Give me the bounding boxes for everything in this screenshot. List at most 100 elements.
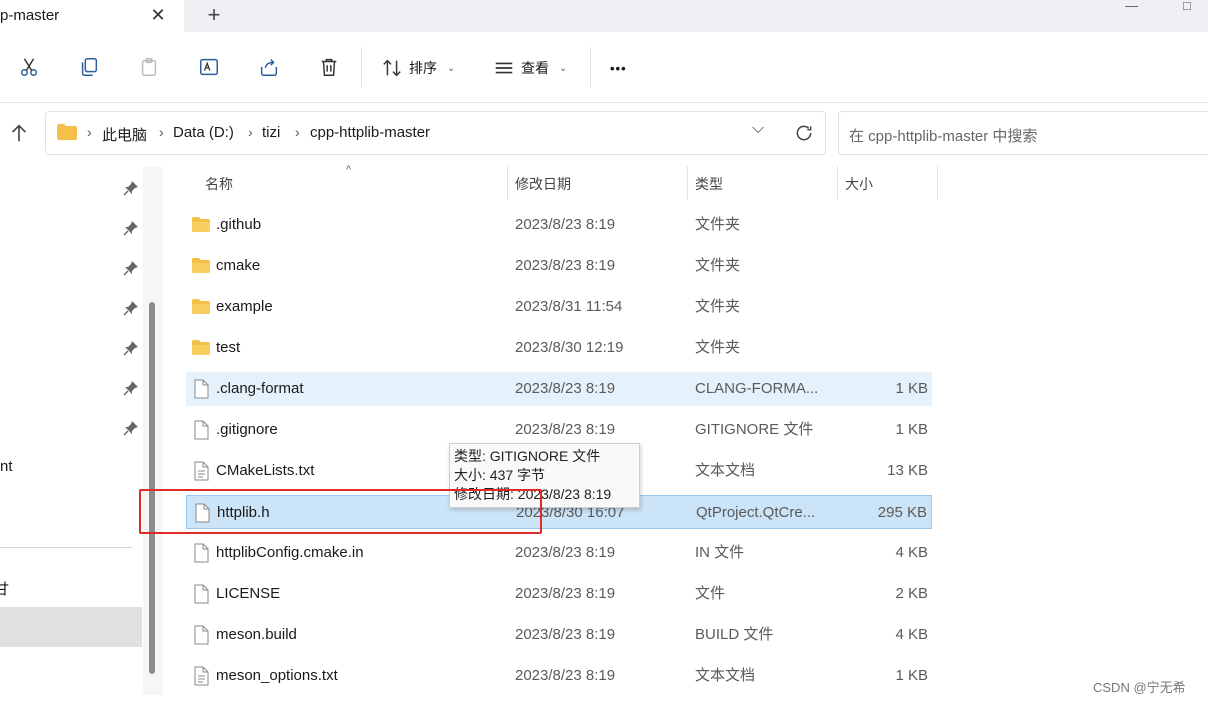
file-name: test [216, 339, 241, 356]
file-row[interactable]: cmake 2023/8/23 8:19 文件夹 [186, 249, 932, 283]
file-row[interactable]: LICENSE 2023/8/23 8:19 文件 2 KB [186, 577, 932, 611]
pin-icon [123, 341, 138, 356]
share-button[interactable] [255, 52, 283, 82]
file-date: 2023/8/23 8:19 [515, 667, 616, 684]
pin-icon [123, 301, 138, 316]
sort-menu-button[interactable]: 排序 ⌄ [381, 54, 455, 82]
breadcrumb-this-pc[interactable]: 此电脑 [102, 124, 147, 145]
file-date: 2023/8/23 8:19 [515, 257, 616, 274]
column-header-type[interactable]: 类型 [695, 174, 723, 194]
toolbar-divider [590, 47, 591, 87]
refresh-icon[interactable] [794, 123, 814, 143]
tab-active[interactable]: p-master ✕ [0, 0, 184, 32]
file-row[interactable]: meson.build 2023/8/23 8:19 BUILD 文件 4 KB [186, 618, 932, 652]
column-header-size[interactable]: 大小 [845, 174, 873, 194]
rename-icon [200, 58, 218, 76]
file-type: 文件夹 [695, 339, 741, 356]
file-size: 295 KB [877, 504, 927, 521]
file-type: GITIGNORE 文件 [695, 421, 814, 438]
text-file-icon [194, 666, 209, 686]
chevron-down-icon: ⌄ [447, 62, 456, 74]
file-name: httplibConfig.cmake.in [216, 544, 364, 561]
file-row[interactable]: test 2023/8/30 12:19 文件夹 [186, 331, 932, 365]
column-divider[interactable] [507, 166, 508, 200]
file-row[interactable]: .github 2023/8/23 8:19 文件夹 [186, 208, 932, 242]
view-label: 查看 [521, 60, 549, 76]
file-date: 2023/8/23 8:19 [515, 626, 616, 643]
nav-scrollbar[interactable] [149, 302, 155, 674]
file-date: 2023/8/23 8:19 [515, 216, 616, 233]
file-row[interactable]: meson_options.txt 2023/8/23 8:19 文本文档 1 KB [186, 659, 932, 693]
file-date: 2023/8/23 8:19 [515, 585, 616, 602]
file-size: 13 KB [887, 462, 928, 479]
address-dropdown-icon[interactable]: ⌵ [752, 120, 764, 138]
rename-button[interactable] [195, 52, 223, 82]
tooltip-size: 大小: 437 字节 [454, 467, 546, 483]
file-row[interactable]: .clang-format 2023/8/23 8:19 CLANG-FORMA..… [186, 372, 932, 406]
paste-button[interactable] [135, 52, 163, 82]
column-divider[interactable] [937, 166, 938, 200]
folder-icon [57, 124, 77, 140]
file-name: CMakeLists.txt [216, 462, 315, 479]
new-tab-icon[interactable]: + [202, 3, 226, 27]
text-file-icon [194, 461, 209, 481]
file-name: .gitignore [216, 421, 278, 438]
breadcrumb-separator: › [295, 124, 300, 140]
file-size: 4 KB [895, 626, 928, 643]
file-name: LICENSE [216, 585, 281, 602]
file-type: 文件夹 [695, 216, 741, 233]
clipboard-icon [141, 58, 157, 76]
file-name: meson_options.txt [216, 667, 338, 684]
file-name: .github [216, 216, 262, 233]
chevron-down-icon: ⌄ [559, 62, 568, 74]
file-type: 文本文档 [695, 667, 756, 684]
copy-button[interactable] [75, 52, 103, 82]
nav-item-selected[interactable] [0, 607, 142, 647]
breadcrumb-separator: › [248, 124, 253, 140]
column-header-date[interactable]: 修改日期 [515, 174, 571, 194]
tab-close-icon[interactable]: ✕ [148, 4, 168, 26]
nav-item-label[interactable]: nt [0, 458, 13, 475]
copy-icon [81, 58, 98, 76]
file-type: IN 文件 [695, 544, 745, 561]
up-arrow-icon[interactable] [8, 122, 30, 144]
file-icon [194, 379, 209, 399]
file-name: meson.build [216, 626, 297, 643]
file-row[interactable]: httplibConfig.cmake.in 2023/8/23 8:19 IN 文… [186, 536, 932, 570]
column-divider[interactable] [687, 166, 688, 200]
file-row[interactable]: .gitignore 2023/8/23 8:19 GITIGNORE 文件 1 KB [186, 413, 932, 447]
more-options-button[interactable]: ••• [610, 54, 627, 82]
trash-icon [321, 58, 337, 76]
file-size: 4 KB [895, 544, 928, 561]
file-size: 1 KB [895, 421, 928, 438]
watermark: CSDN @宁无希 [1093, 680, 1186, 695]
file-type: QtProject.QtCre... [696, 504, 816, 521]
file-size: 2 KB [895, 585, 928, 602]
file-type: CLANG-FORMA... [695, 380, 819, 397]
file-name: cmake [216, 257, 261, 274]
file-icon [194, 584, 209, 604]
file-date: 2023/8/23 8:19 [515, 421, 616, 438]
sort-label: 排序 [409, 60, 437, 76]
breadcrumb-separator: › [87, 124, 92, 140]
view-menu-button[interactable]: 查看 ⌄ [493, 54, 567, 82]
tooltip-type: 类型: GITIGNORE 文件 [454, 448, 601, 464]
breadcrumb-tizi[interactable]: tizi [262, 124, 280, 141]
file-row[interactable]: example 2023/8/31 11:54 文件夹 [186, 290, 932, 324]
nav-item-label[interactable]: 甘 [0, 578, 9, 599]
file-size: 1 KB [895, 667, 928, 684]
pin-icon [123, 421, 138, 436]
breadcrumb-drive[interactable]: Data (D:) [173, 124, 234, 141]
sort-ascending-icon: ^ [346, 164, 352, 176]
maximize-icon[interactable]: □ [1183, 0, 1199, 13]
delete-button[interactable] [315, 52, 343, 82]
toolbar-divider [361, 47, 362, 87]
cut-button[interactable] [15, 52, 43, 82]
column-header-name[interactable]: 名称 [205, 174, 233, 194]
breadcrumb-current-folder[interactable]: cpp-httplib-master [310, 124, 430, 141]
file-type: 文本文档 [695, 462, 756, 479]
column-divider[interactable] [837, 166, 838, 200]
tab-title: p-master [0, 7, 60, 24]
minimize-icon[interactable]: — [1125, 0, 1141, 13]
file-size: 1 KB [895, 380, 928, 397]
